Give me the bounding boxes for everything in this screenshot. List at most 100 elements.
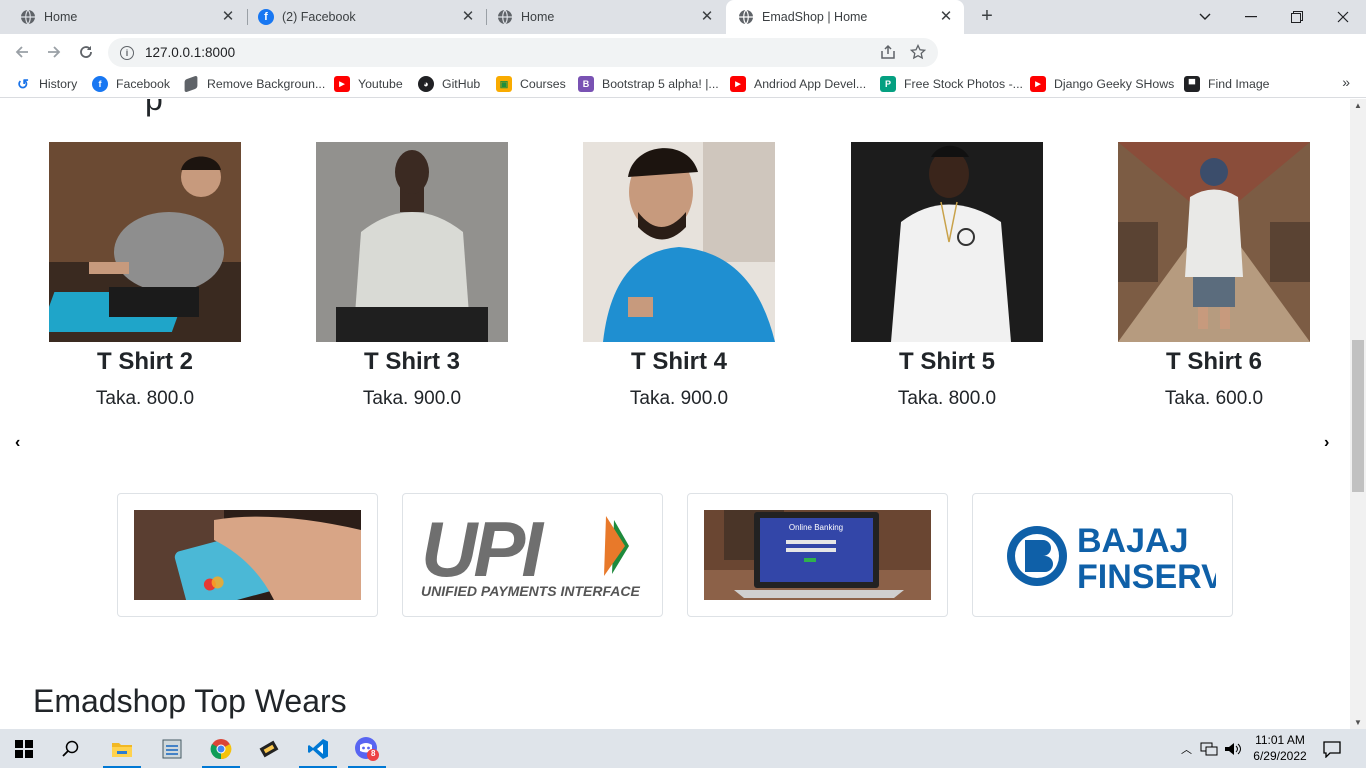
bookmark-bootstrap[interactable]: B Bootstrap 5 alpha! |... (578, 75, 719, 93)
youtube-icon: ▶ (1030, 76, 1046, 92)
scroll-up-icon[interactable]: ▲ (1354, 101, 1362, 110)
bookmark-history[interactable]: ↺ History (15, 75, 77, 93)
youtube-icon: ▶ (334, 76, 350, 92)
bookmark-android-app[interactable]: ▶ Andriod App Devel... (730, 75, 866, 93)
bookmark-find-image[interactable]: ▀ Find Image (1184, 75, 1270, 93)
product-card[interactable]: T Shirt 5 Taka. 800.0 (851, 142, 1043, 410)
taskbar-chrome[interactable] (198, 729, 244, 768)
address-bar[interactable]: i 127.0.0.1:8000 (108, 38, 938, 67)
forward-button[interactable] (43, 41, 65, 63)
scroll-down-icon[interactable]: ▼ (1354, 718, 1362, 727)
bookmark-youtube[interactable]: ▶ Youtube (334, 75, 403, 93)
minimize-icon (1245, 16, 1257, 18)
page-scrollbar[interactable]: ▲ ▼ (1350, 99, 1366, 729)
bookmark-free-stock-photos[interactable]: P Free Stock Photos -... (880, 75, 1023, 93)
product-image[interactable] (583, 142, 775, 342)
product-name[interactable]: T Shirt 6 (1118, 348, 1310, 376)
github-icon: ◕ (418, 76, 434, 92)
product-name[interactable]: T Shirt 4 (583, 348, 775, 376)
product-card[interactable]: T Shirt 3 Taka. 900.0 (316, 142, 508, 410)
clock[interactable]: 11:01 AM 6/29/2022 (1240, 732, 1320, 764)
bookmark-github[interactable]: ◕ GitHub (418, 75, 480, 93)
product-price: Taka. 900.0 (362, 388, 462, 409)
minimize-button[interactable] (1228, 0, 1274, 34)
tab-title: Home (44, 10, 78, 24)
more-bookmarks-icon[interactable]: » (1342, 74, 1350, 90)
section-heading-clip: p (145, 99, 163, 117)
bookmark-label: Andriod App Devel... (754, 77, 867, 91)
tab-title: Home (521, 10, 555, 24)
scrollbar-thumb[interactable] (1352, 340, 1364, 492)
tab-facebook[interactable]: f (2) Facebook ✕ (238, 0, 486, 34)
close-tab-icon[interactable]: ✕ (460, 9, 476, 25)
facebook-icon: f (92, 76, 108, 92)
upi-wordmark: UPI (421, 510, 544, 593)
stock-photos-icon: P (880, 76, 896, 92)
restore-button[interactable] (1274, 0, 1320, 34)
layers-icon (184, 75, 198, 93)
product-image[interactable] (1118, 142, 1310, 342)
product-card[interactable]: T Shirt 6 Taka. 600.0 (1118, 142, 1310, 410)
new-tab-button[interactable]: + (976, 5, 998, 28)
card-payment-image (134, 510, 361, 600)
bookmark-remove-background[interactable]: Remove Backgroun... (183, 75, 325, 93)
bajaj-line1: BAJAJ (1077, 522, 1188, 560)
product-price: Taka. 800.0 (95, 388, 195, 409)
taskbar-vscode[interactable] (295, 729, 341, 768)
windows-taskbar: 8 ︿ 11:01 AM 6/29/2022 (0, 729, 1366, 768)
close-tab-icon[interactable]: ✕ (220, 9, 236, 25)
bookmark-courses[interactable]: ▣ Courses (496, 75, 566, 93)
reload-icon (80, 46, 92, 58)
folder-icon (112, 742, 132, 757)
product-card[interactable]: T Shirt 2 Taka. 800.0 (49, 142, 241, 410)
taskbar-file-explorer[interactable] (99, 729, 145, 768)
notifications-button[interactable] (1312, 729, 1352, 768)
taskbar-discord[interactable]: 8 (344, 729, 390, 768)
share-icon[interactable] (880, 44, 896, 64)
system-tray: ︿ (1181, 729, 1242, 768)
notification-icon (1323, 740, 1341, 758)
close-tab-icon[interactable]: ✕ (699, 9, 715, 25)
close-window-button[interactable] (1320, 0, 1366, 34)
clock-time: 11:01 AM (1255, 733, 1305, 747)
back-button[interactable] (11, 41, 33, 63)
product-image[interactable] (316, 142, 508, 342)
chrome-icon (210, 738, 232, 759)
product-card[interactable]: T Shirt 4 Taka. 900.0 (583, 142, 775, 410)
close-tab-icon[interactable]: ✕ (938, 9, 954, 25)
tab-search-button[interactable] (1182, 0, 1228, 34)
tray-overflow-chevron-icon[interactable]: ︿ (1181, 741, 1192, 757)
tab-home-2[interactable]: Home ✕ (477, 0, 725, 34)
carousel-prev-icon[interactable]: ‹ (15, 434, 20, 452)
tab-title: EmadShop | Home (762, 10, 868, 24)
product-image[interactable] (851, 142, 1043, 342)
search-button[interactable] (48, 729, 94, 768)
browser-toolbar: i 127.0.0.1:8000 G ❦ ✱ 0 15 ◐ ● ✚ ☺ ⋮ (0, 34, 1366, 97)
bookmark-star-icon[interactable] (909, 43, 927, 64)
taskbar-app-2[interactable] (149, 729, 195, 768)
facebook-icon: f (258, 9, 274, 25)
history-icon: ↺ (17, 75, 29, 92)
network-icon[interactable] (1200, 741, 1218, 757)
globe-icon (497, 9, 513, 25)
start-button[interactable] (1, 729, 47, 768)
product-price: Taka. 800.0 (897, 388, 997, 409)
bookmark-label: Remove Backgroun... (207, 77, 326, 91)
bookmark-facebook[interactable]: f Facebook (92, 75, 170, 93)
bookmark-django-geeky[interactable]: ▶ Django Geeky SHows (1030, 75, 1174, 93)
product-name[interactable]: T Shirt 5 (851, 348, 1043, 376)
reload-button[interactable] (75, 41, 97, 63)
upi-logo: UPI UNIFIED PAYMENTS INTERFACE (419, 510, 646, 600)
discord-badge: 8 (371, 749, 376, 758)
tab-emadshop[interactable]: EmadShop | Home ✕ (726, 0, 964, 34)
product-name[interactable]: T Shirt 2 (49, 348, 241, 376)
site-info-icon[interactable]: i (120, 45, 134, 60)
carousel-next-icon[interactable]: › (1324, 434, 1329, 452)
product-name[interactable]: T Shirt 3 (316, 348, 508, 376)
bookmarks-bar: ↺ History f Facebook Remove Backgroun...… (0, 70, 1366, 98)
find-image-icon: ▀ (1184, 76, 1200, 92)
taskbar-app-4[interactable] (246, 729, 292, 768)
search-icon (62, 740, 79, 757)
tab-home-1[interactable]: Home ✕ (0, 0, 246, 34)
product-image[interactable] (49, 142, 241, 342)
